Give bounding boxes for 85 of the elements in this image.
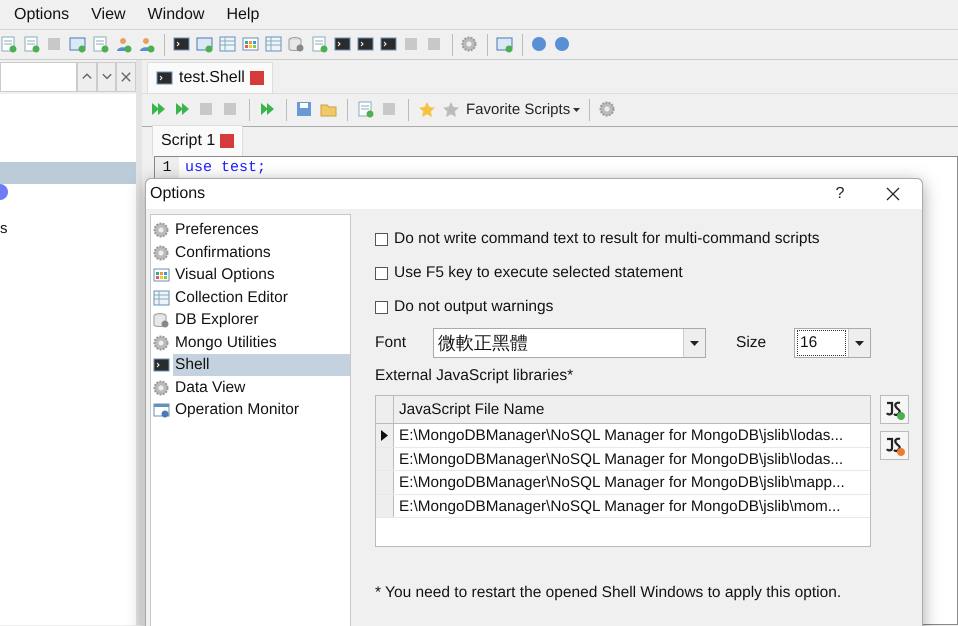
monitor-icon xyxy=(153,402,170,418)
note-text: * You need to restart the opened Shell Windows to apply this option. xyxy=(375,583,842,604)
table-cell[interactable]: E:\MongoDBManager\NoSQL Manager for MongoDB\jslib\mapp... xyxy=(394,471,845,494)
document-tab[interactable]: test.Shell xyxy=(147,62,273,93)
add-user-icon[interactable] xyxy=(115,36,133,54)
gear-icon xyxy=(153,244,170,261)
settings-icon[interactable] xyxy=(599,101,618,119)
caret-icon xyxy=(855,340,864,346)
search-field[interactable] xyxy=(0,62,77,92)
database-icon[interactable] xyxy=(288,36,306,54)
category-item[interactable]: Shell xyxy=(173,354,350,376)
code-line: use test; xyxy=(184,158,266,178)
up-button[interactable] xyxy=(77,62,97,92)
size-label: Size xyxy=(736,333,768,354)
font-dropdown[interactable]: 微軟正黑體 xyxy=(433,328,706,358)
grid-icon[interactable] xyxy=(242,36,260,54)
remove-script-button[interactable] xyxy=(880,431,909,460)
checkbox-label: Use F5 key to execute selected statement xyxy=(394,263,683,284)
category-item[interactable]: Operation Monitor xyxy=(173,399,350,422)
help-button[interactable]: ? xyxy=(830,182,850,206)
window-icon[interactable] xyxy=(196,36,214,54)
table-cell[interactable]: E:\MongoDBManager\NoSQL Manager for MongoDB\jslib\lodas... xyxy=(394,448,844,470)
settings-icon[interactable] xyxy=(461,36,479,54)
window-icon[interactable] xyxy=(496,36,514,54)
category-item[interactable]: Visual Options xyxy=(173,264,350,286)
favorites-dropdown[interactable]: Favorite Scripts xyxy=(466,98,580,122)
star-icon[interactable] xyxy=(442,101,460,119)
line-number: 1 xyxy=(155,157,179,180)
star-icon[interactable] xyxy=(418,101,436,119)
checkbox-label: Do not write command text to result for multi-command scripts xyxy=(394,229,820,250)
category-item[interactable]: DB Explorer xyxy=(173,309,350,332)
tab-label: test.Shell xyxy=(179,68,245,88)
size-dropdown[interactable]: 16 xyxy=(794,328,871,358)
menu-item[interactable]: Options xyxy=(14,2,70,26)
font-label: Font xyxy=(375,333,408,354)
node-icon xyxy=(0,184,10,200)
tree-item-text[interactable]: s xyxy=(0,218,136,240)
category-item[interactable]: Data View xyxy=(173,376,350,399)
row-pointer-icon xyxy=(381,430,388,441)
script-tab[interactable]: Script 1 xyxy=(152,125,244,156)
terminal-icon[interactable] xyxy=(173,36,191,54)
terminal-icon xyxy=(153,357,170,374)
down-button[interactable] xyxy=(96,62,116,92)
terminal-icon[interactable] xyxy=(380,36,398,54)
terminal-icon[interactable] xyxy=(334,36,352,54)
caret-icon xyxy=(573,108,580,112)
category-item[interactable]: Preferences xyxy=(173,219,350,242)
column-header: JavaScript File Name xyxy=(398,400,544,420)
help-icon[interactable] xyxy=(531,36,549,54)
menu-item[interactable]: Help xyxy=(226,2,260,26)
table-cell[interactable]: E:\MongoDBManager\NoSQL Manager for MongoDB\jslib\lodas... xyxy=(394,424,844,447)
checkbox[interactable] xyxy=(375,266,388,280)
table-cell[interactable]: E:\MongoDBManager\NoSQL Manager for MongoDB\jslib\mom... xyxy=(394,494,841,518)
gear-icon xyxy=(153,222,170,238)
checkbox[interactable] xyxy=(375,232,388,246)
terminal-icon[interactable] xyxy=(357,36,375,54)
add-user-icon[interactable] xyxy=(138,36,156,54)
row-indicator[interactable] xyxy=(376,424,394,447)
add-document-icon[interactable] xyxy=(0,36,18,54)
category-item[interactable]: Mongo Utilities xyxy=(173,332,350,354)
table-icon[interactable] xyxy=(219,36,237,54)
table-icon xyxy=(153,290,170,306)
caret-icon xyxy=(690,340,699,346)
add-document-icon[interactable] xyxy=(92,36,110,54)
dialog-title: Options xyxy=(150,184,206,204)
table-icon[interactable] xyxy=(265,36,283,54)
category-item[interactable]: Confirmations xyxy=(173,242,350,264)
database-icon xyxy=(153,312,170,328)
grid-icon xyxy=(153,267,170,284)
help-icon[interactable] xyxy=(554,36,572,54)
checkbox-label: Do not output warnings xyxy=(394,297,554,318)
menu-item[interactable]: Window xyxy=(148,2,204,26)
section-label: External JavaScript libraries* xyxy=(375,366,574,386)
add-document-icon[interactable] xyxy=(357,101,375,119)
terminal-icon xyxy=(156,70,174,86)
menu-item[interactable]: View xyxy=(91,2,126,26)
category-item[interactable]: Collection Editor xyxy=(173,286,350,309)
gear-icon xyxy=(153,380,170,396)
window-icon[interactable] xyxy=(69,36,87,54)
add-document-icon[interactable] xyxy=(311,36,329,54)
add-script-button[interactable] xyxy=(880,395,909,424)
add-document-icon[interactable] xyxy=(23,36,41,54)
save-icon[interactable] xyxy=(296,101,314,119)
checkbox[interactable] xyxy=(375,300,388,314)
gear-icon xyxy=(153,334,170,351)
